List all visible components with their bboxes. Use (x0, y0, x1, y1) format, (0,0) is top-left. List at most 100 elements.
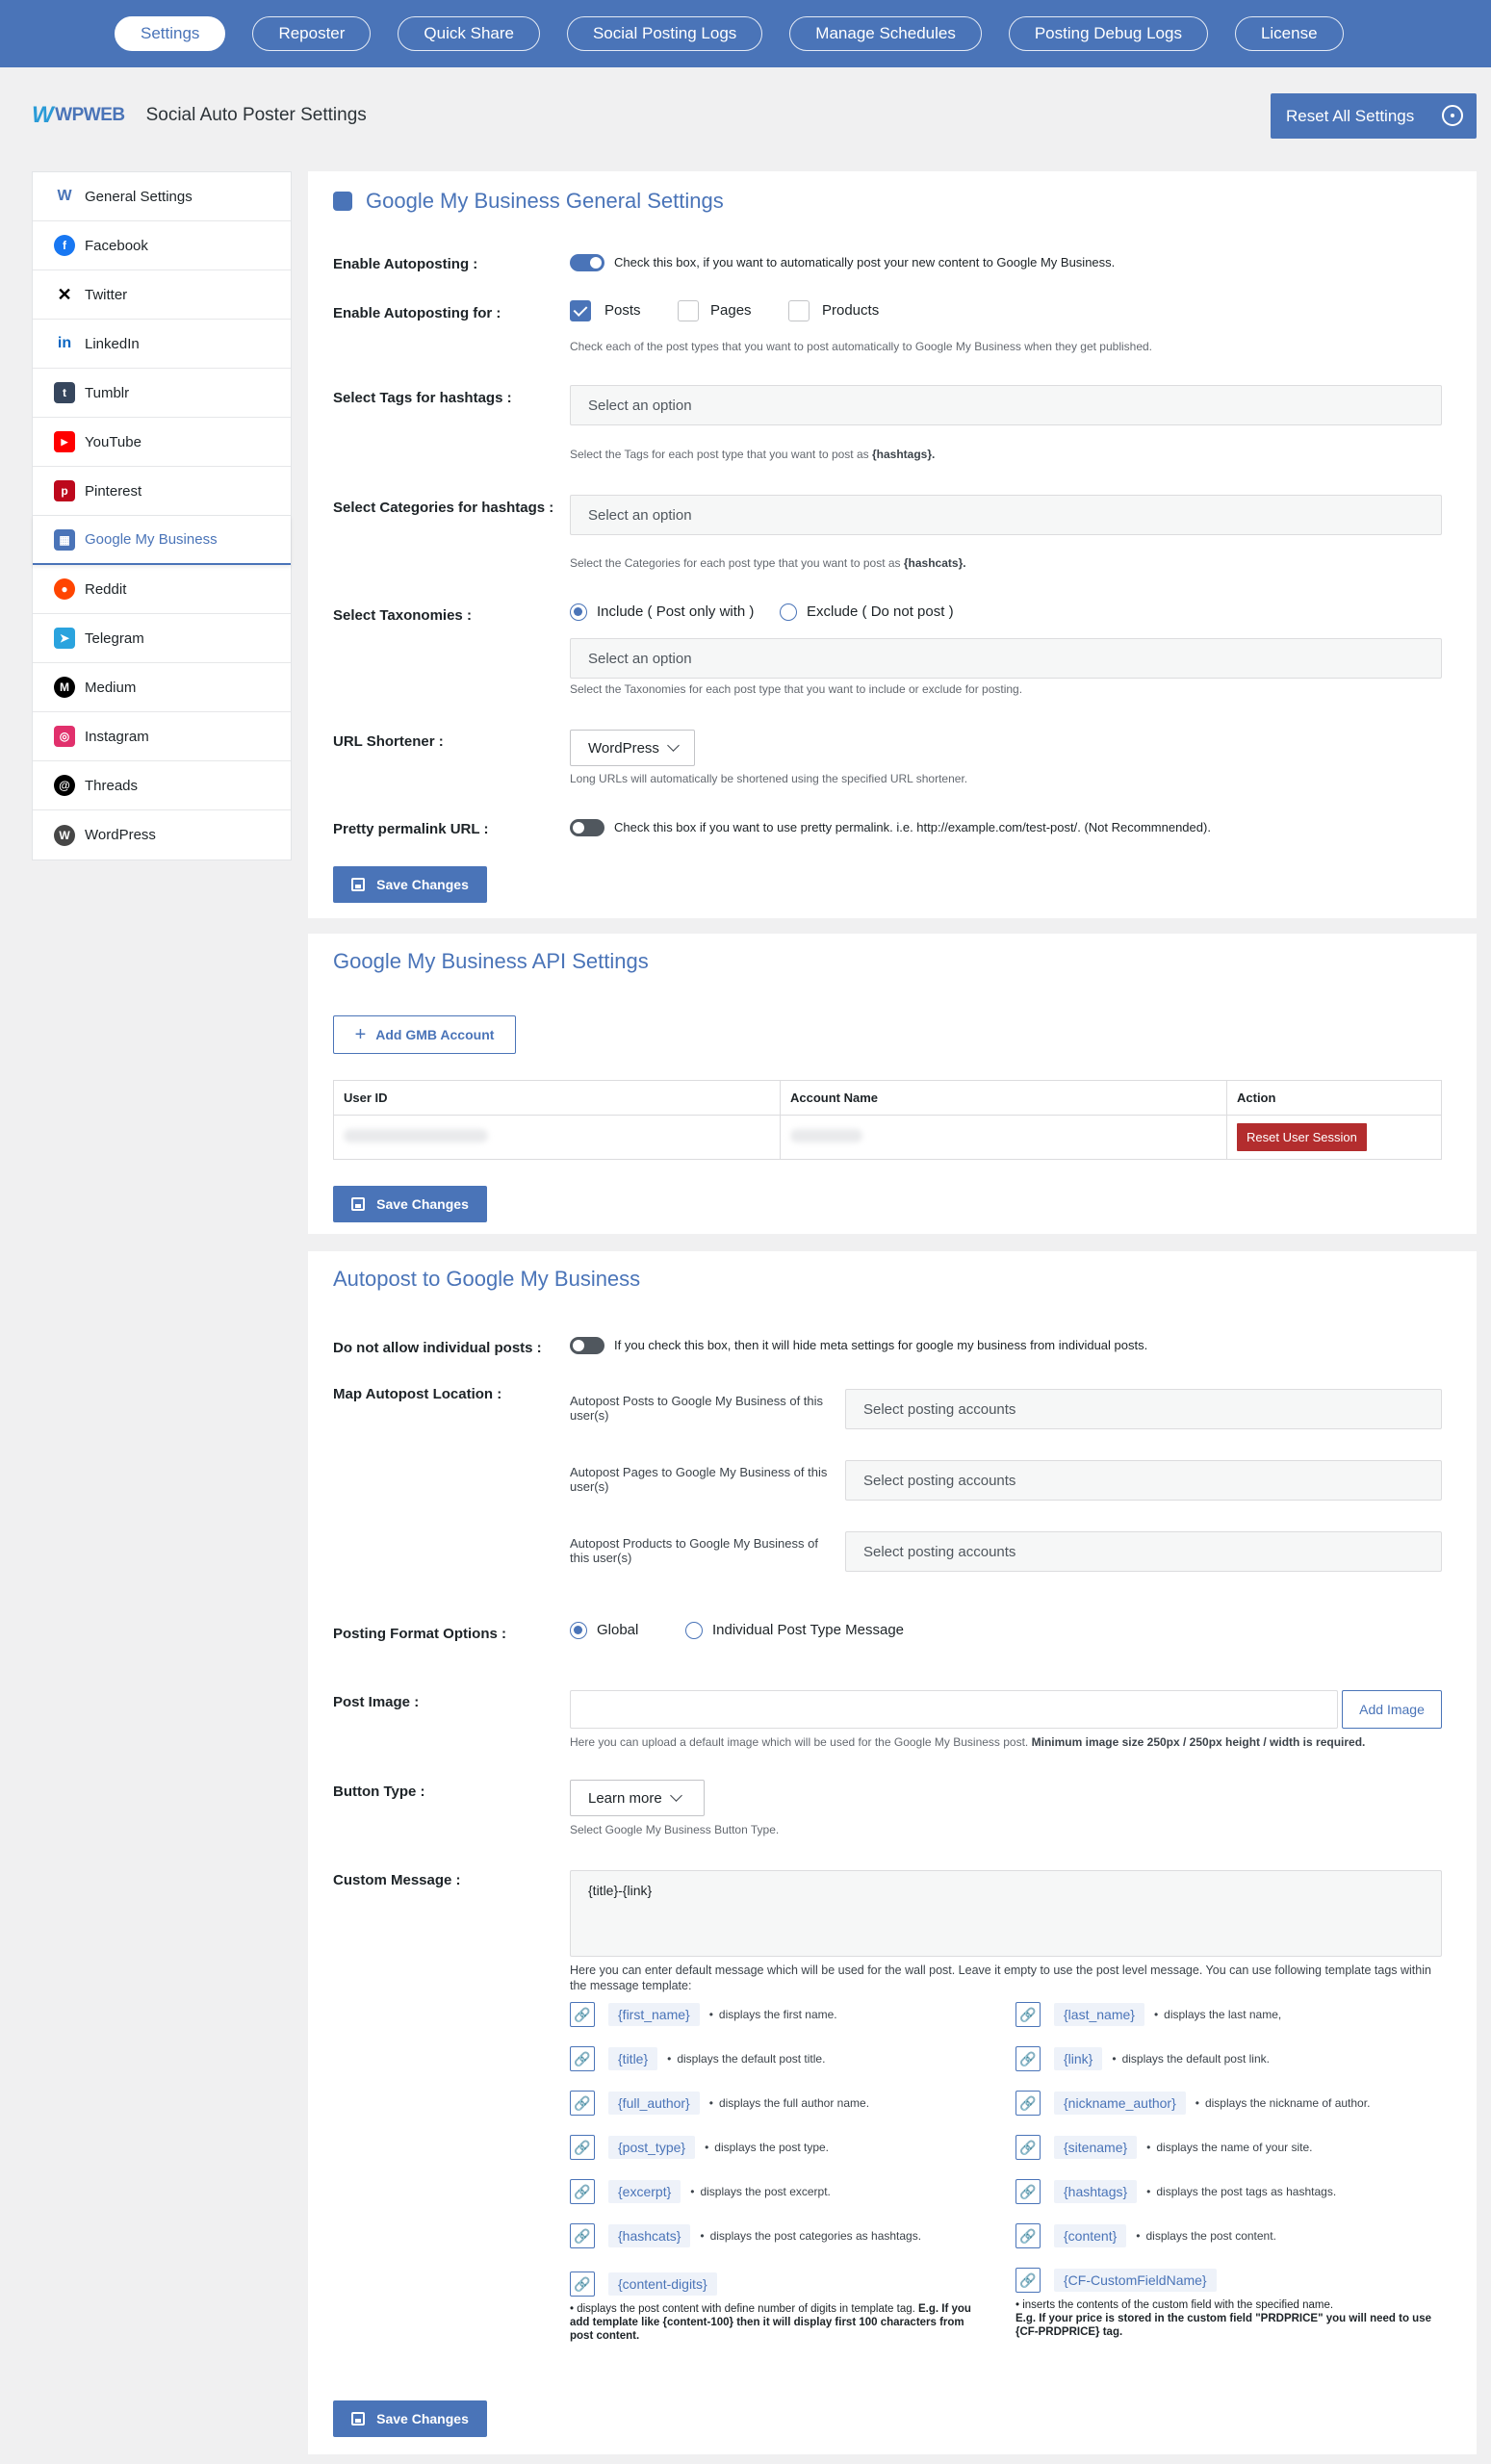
categories-hashtags-select[interactable]: Select an option (570, 495, 1442, 535)
tags-hashtags-select[interactable]: Select an option (570, 385, 1442, 425)
enable-autoposting-label: Enable Autoposting : (333, 256, 478, 272)
column-user-id: User ID (333, 1080, 781, 1116)
reset-all-settings-button[interactable]: Reset All Settings (1271, 93, 1477, 139)
link-icon[interactable]: 🔗 (1015, 2179, 1041, 2204)
tab-posting-debug-logs[interactable]: Posting Debug Logs (1008, 16, 1208, 51)
sidebar-item-medium[interactable]: M Medium (33, 663, 291, 712)
link-icon[interactable]: 🔗 (570, 2272, 595, 2297)
link-icon[interactable]: 🔗 (570, 2002, 595, 2027)
link-icon[interactable]: 🔗 (1015, 2002, 1041, 2027)
sidebar-item-threads[interactable]: @ Threads (33, 761, 291, 810)
tab-quick-share[interactable]: Quick Share (398, 16, 540, 51)
custom-message-help: Here you can enter default message which… (570, 1964, 1431, 1992)
sidebar-item-tumblr[interactable]: t Tumblr (33, 369, 291, 418)
link-icon[interactable]: 🔗 (1015, 2135, 1041, 2160)
table-row: Reset User Session (333, 1115, 1442, 1160)
map-posts-label: Autopost Posts to Google My Business of … (570, 1394, 824, 1423)
redacted-account-name (790, 1129, 862, 1142)
sidebar-item-youtube[interactable]: ▶ YouTube (33, 418, 291, 467)
link-icon[interactable]: 🔗 (570, 2179, 595, 2204)
include-radio[interactable] (570, 603, 587, 621)
link-icon[interactable]: 🔗 (570, 2223, 595, 2248)
sidebar-item-telegram[interactable]: ➤ Telegram (33, 614, 291, 663)
tab-settings[interactable]: Settings (115, 16, 226, 51)
sidebar-item-reddit[interactable]: ● Reddit (33, 565, 291, 614)
template-tag-link: 🔗{link}displays the default post link. (1015, 2046, 1270, 2071)
link-icon[interactable]: 🔗 (1015, 2046, 1041, 2071)
sidebar-item-wordpress[interactable]: W WordPress (33, 810, 291, 860)
link-icon[interactable]: 🔗 (1015, 2091, 1041, 2116)
template-tag-hashcats: 🔗{hashcats}displays the post categories … (570, 2223, 921, 2248)
api-settings-panel: Google My Business API Settings + Add GMB… (308, 934, 1477, 1234)
pages-checkbox-label: Pages (710, 302, 752, 319)
enable-autoposting-help: Check this box, if you want to automatic… (614, 255, 1116, 270)
add-gmb-account-button[interactable]: + Add GMB Account (333, 1015, 516, 1054)
page-title: Social Auto Poster Settings (145, 105, 367, 125)
map-posts-select[interactable]: Select posting accounts (845, 1389, 1442, 1429)
logo-text: WPWEB (55, 105, 125, 125)
save-icon (351, 878, 366, 891)
column-action: Action (1226, 1080, 1442, 1116)
posts-checkbox[interactable] (570, 300, 591, 321)
save-changes-button[interactable]: Save Changes (333, 2400, 487, 2437)
save-icon (351, 2412, 366, 2426)
add-image-button[interactable]: Add Image (1342, 1690, 1442, 1729)
template-tag-hashtags: 🔗{hashtags}displays the post tags as has… (1015, 2179, 1336, 2204)
template-tag-full-author: 🔗{full_author}displays the full author n… (570, 2091, 869, 2116)
map-pages-select[interactable]: Select posting accounts (845, 1460, 1442, 1501)
pages-checkbox[interactable] (678, 300, 699, 321)
link-icon[interactable]: 🔗 (570, 2046, 595, 2071)
taxonomies-select[interactable]: Select an option (570, 638, 1442, 679)
map-pages-label: Autopost Pages to Google My Business of … (570, 1465, 828, 1494)
custom-message-textarea[interactable]: {title}-{link} (570, 1870, 1442, 1957)
sidebar-item-facebook[interactable]: f Facebook (33, 221, 291, 270)
reset-user-session-button[interactable]: Reset User Session (1237, 1123, 1367, 1151)
tab-social-posting-logs[interactable]: Social Posting Logs (566, 16, 763, 51)
button-type-dropdown[interactable]: Learn more (570, 1780, 705, 1816)
enable-autoposting-toggle[interactable] (570, 254, 604, 271)
pretty-permalink-toggle[interactable] (570, 819, 604, 836)
save-changes-button[interactable]: Save Changes (333, 1186, 487, 1222)
instagram-icon: ◎ (54, 726, 75, 747)
youtube-icon: ▶ (54, 431, 75, 452)
include-radio-label: Include ( Post only with ) (597, 603, 755, 620)
sidebar: W General Settings f Facebook ✕ Twitter in L… (32, 171, 292, 860)
api-settings-title: Google My Business API Settings (333, 949, 649, 973)
link-icon[interactable]: 🔗 (570, 2091, 595, 2116)
template-tag-sitename: 🔗{sitename}displays the name of your sit… (1015, 2135, 1312, 2160)
reset-icon (1442, 105, 1463, 126)
save-icon (351, 1197, 366, 1211)
format-individual-radio[interactable] (685, 1622, 703, 1639)
categories-hashtags-label: Select Categories for hashtags : (333, 500, 554, 516)
sidebar-item-general-settings[interactable]: W General Settings (33, 172, 291, 221)
link-icon[interactable]: 🔗 (1015, 2268, 1041, 2293)
tumblr-icon: t (54, 382, 75, 403)
map-products-select[interactable]: Select posting accounts (845, 1531, 1442, 1572)
template-tag-content-digits: 🔗 {content-digits} (570, 2272, 727, 2297)
sidebar-item-pinterest[interactable]: p Pinterest (33, 467, 291, 516)
sidebar-item-linkedin[interactable]: in LinkedIn (33, 320, 291, 369)
pretty-permalink-label: Pretty permalink URL : (333, 821, 489, 837)
individual-posts-toggle[interactable] (570, 1337, 604, 1354)
format-global-radio[interactable] (570, 1622, 587, 1639)
tab-reposter[interactable]: Reposter (252, 16, 372, 51)
link-icon[interactable]: 🔗 (570, 2135, 595, 2160)
reddit-icon: ● (54, 578, 75, 600)
sidebar-item-twitter[interactable]: ✕ Twitter (33, 270, 291, 320)
link-icon[interactable]: 🔗 (1015, 2223, 1041, 2248)
exclude-radio[interactable] (780, 603, 797, 621)
save-changes-button[interactable]: Save Changes (333, 866, 487, 903)
top-nav: Settings Reposter Quick Share Social Pos… (0, 0, 1491, 67)
products-checkbox[interactable] (788, 300, 810, 321)
sidebar-item-instagram[interactable]: ◎ Instagram (33, 712, 291, 761)
reset-all-label: Reset All Settings (1286, 106, 1415, 125)
products-checkbox-label: Products (822, 302, 880, 319)
template-tag-excerpt: 🔗{excerpt}displays the post excerpt. (570, 2179, 831, 2204)
post-image-input[interactable] (570, 1690, 1338, 1729)
posts-checkbox-label: Posts (604, 302, 641, 319)
threads-icon: @ (54, 775, 75, 796)
sidebar-item-google-my-business[interactable]: ▦ Google My Business (33, 516, 291, 565)
url-shortener-dropdown[interactable]: WordPress (570, 730, 695, 766)
tab-license[interactable]: License (1234, 16, 1344, 51)
tab-manage-schedules[interactable]: Manage Schedules (789, 16, 982, 51)
